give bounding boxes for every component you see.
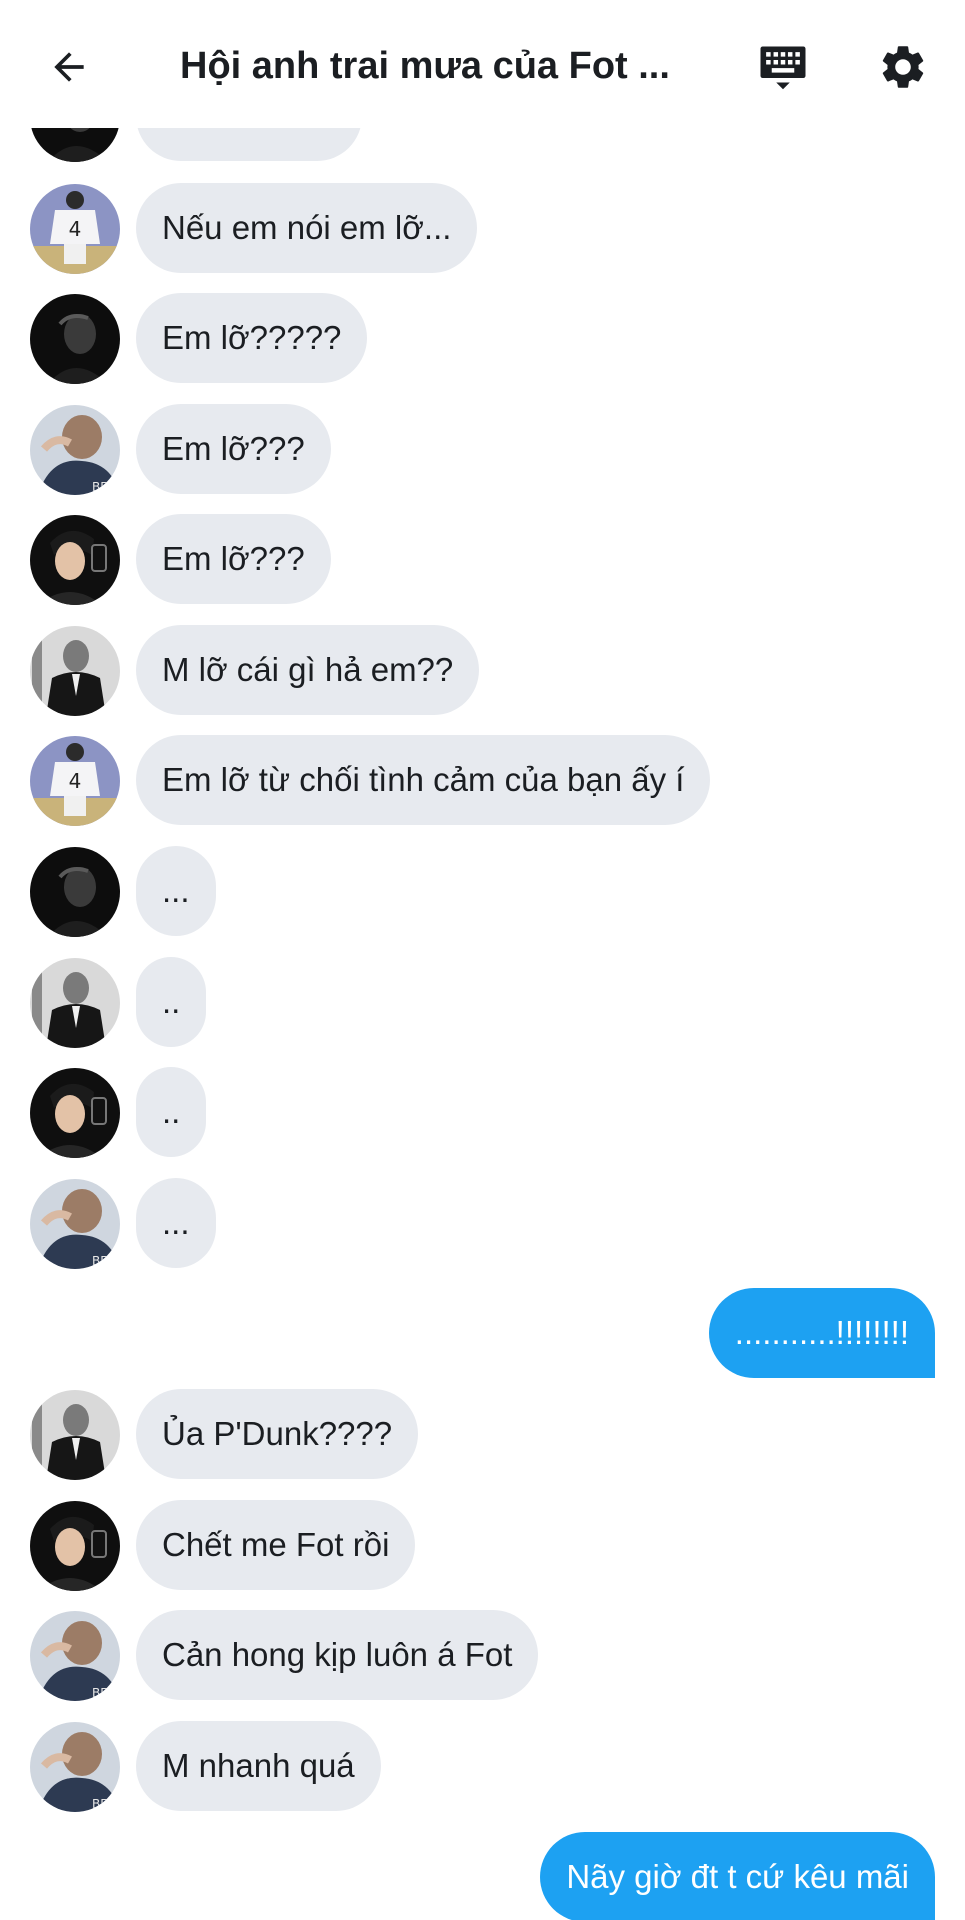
avatar-image: 4 xyxy=(30,184,120,274)
message-bubble[interactable]: Em lỡ??? xyxy=(136,404,331,494)
own-message-bubble[interactable]: Nãy giờ đt t cứ kêu mãi xyxy=(540,1832,935,1920)
message-row: Chết me Fot rồi xyxy=(0,1500,965,1592)
message-bubble[interactable]: Em lỡ????? xyxy=(136,293,368,383)
message-row: .. xyxy=(0,957,965,1049)
message-row: 4 Em lỡ từ chối tình cảm của bạn ấy í xyxy=(0,735,965,827)
svg-text:4: 4 xyxy=(69,769,82,793)
message-row: BEN M nhanh quá xyxy=(0,1721,965,1813)
avatar-image xyxy=(30,1390,120,1480)
svg-text:BEN: BEN xyxy=(92,1686,117,1700)
avatar-image xyxy=(30,847,120,937)
keyboard-icon xyxy=(760,46,806,90)
message-row: 4 Nếu em nói em lỡ... xyxy=(0,183,965,275)
back-button[interactable] xyxy=(38,36,100,98)
svg-text:BEN: BEN xyxy=(92,480,117,494)
avatar[interactable] xyxy=(30,1068,120,1158)
own-message-bubble[interactable]: ...........!!!!!!!! xyxy=(708,1288,935,1378)
message-row: M lỡ cái gì hả em?? xyxy=(0,625,965,717)
message-bubble[interactable]: Em lỡ??? xyxy=(136,514,331,604)
keyboard-button[interactable] xyxy=(752,38,814,100)
message-bubble[interactable]: Nếu em nói em lỡ... xyxy=(136,183,478,273)
message-bubble[interactable]: Chết me Fot rồi xyxy=(136,1500,416,1590)
message-bubble[interactable]: Ủa P'Dunk???? xyxy=(136,1389,419,1479)
avatar[interactable]: BEN xyxy=(30,1722,120,1812)
avatar-image xyxy=(30,626,120,716)
message-row: BEN ... xyxy=(0,1178,965,1270)
back-arrow-icon xyxy=(54,52,84,82)
avatar-image: BEN xyxy=(30,405,120,495)
message-bubble[interactable]: ... xyxy=(136,846,216,936)
message-bubble[interactable]: .. xyxy=(136,957,207,1047)
avatar[interactable] xyxy=(30,958,120,1048)
svg-text:BEN: BEN xyxy=(92,1797,117,1811)
message-bubble[interactable]: .. xyxy=(136,1067,207,1157)
message-list[interactable]: 4 Nếu em nói em lỡ... Em lỡ????? BEN Em … xyxy=(0,0,965,1920)
avatar[interactable]: 4 xyxy=(30,184,120,274)
message-row: Em lỡ??? xyxy=(0,514,965,606)
svg-text:4: 4 xyxy=(69,217,82,241)
message-row: Em lỡ????? xyxy=(0,293,965,385)
own-message-row: ...........!!!!!!!! xyxy=(0,1288,965,1380)
message-bubble[interactable]: Em lỡ từ chối tình cảm của bạn ấy í xyxy=(136,735,711,825)
avatar[interactable] xyxy=(30,294,120,384)
gear-icon xyxy=(882,46,924,88)
avatar[interactable]: BEN xyxy=(30,1611,120,1701)
message-row: BEN Cản hong kịp luôn á Fot xyxy=(0,1610,965,1702)
message-bubble[interactable]: ... xyxy=(136,1178,216,1268)
message-row: Ủa P'Dunk???? xyxy=(0,1389,965,1481)
message-row: ... xyxy=(0,846,965,938)
chat-title: Hội anh trai mưa của Fot ... xyxy=(180,45,670,87)
avatar[interactable] xyxy=(30,515,120,605)
avatar[interactable] xyxy=(30,1501,120,1591)
avatar-image xyxy=(30,958,120,1048)
message-bubble[interactable]: Cản hong kịp luôn á Fot xyxy=(136,1610,539,1700)
message-row: .. xyxy=(0,1067,965,1159)
avatar[interactable]: BEN xyxy=(30,405,120,495)
avatar[interactable] xyxy=(30,1390,120,1480)
message-bubble[interactable]: M nhanh quá xyxy=(136,1721,381,1811)
avatar[interactable]: BEN xyxy=(30,1179,120,1269)
settings-button[interactable] xyxy=(872,36,934,98)
avatar[interactable]: 4 xyxy=(30,736,120,826)
chat-header: Hội anh trai mưa của Fot ... xyxy=(0,0,965,128)
avatar-image: 4 xyxy=(30,736,120,826)
message-bubble[interactable]: M lỡ cái gì hả em?? xyxy=(136,625,480,715)
avatar-image xyxy=(30,515,120,605)
avatar[interactable] xyxy=(30,626,120,716)
avatar-image: BEN xyxy=(30,1179,120,1269)
avatar-image: BEN xyxy=(30,1611,120,1701)
avatar-image xyxy=(30,1068,120,1158)
message-row: BEN Em lỡ??? xyxy=(0,404,965,496)
own-message-row: Nãy giờ đt t cứ kêu mãi xyxy=(0,1832,965,1920)
avatar-image xyxy=(30,1501,120,1591)
avatar[interactable] xyxy=(30,847,120,937)
avatar-image: BEN xyxy=(30,1722,120,1812)
avatar-image xyxy=(30,294,120,384)
svg-text:BEN: BEN xyxy=(92,1254,117,1268)
